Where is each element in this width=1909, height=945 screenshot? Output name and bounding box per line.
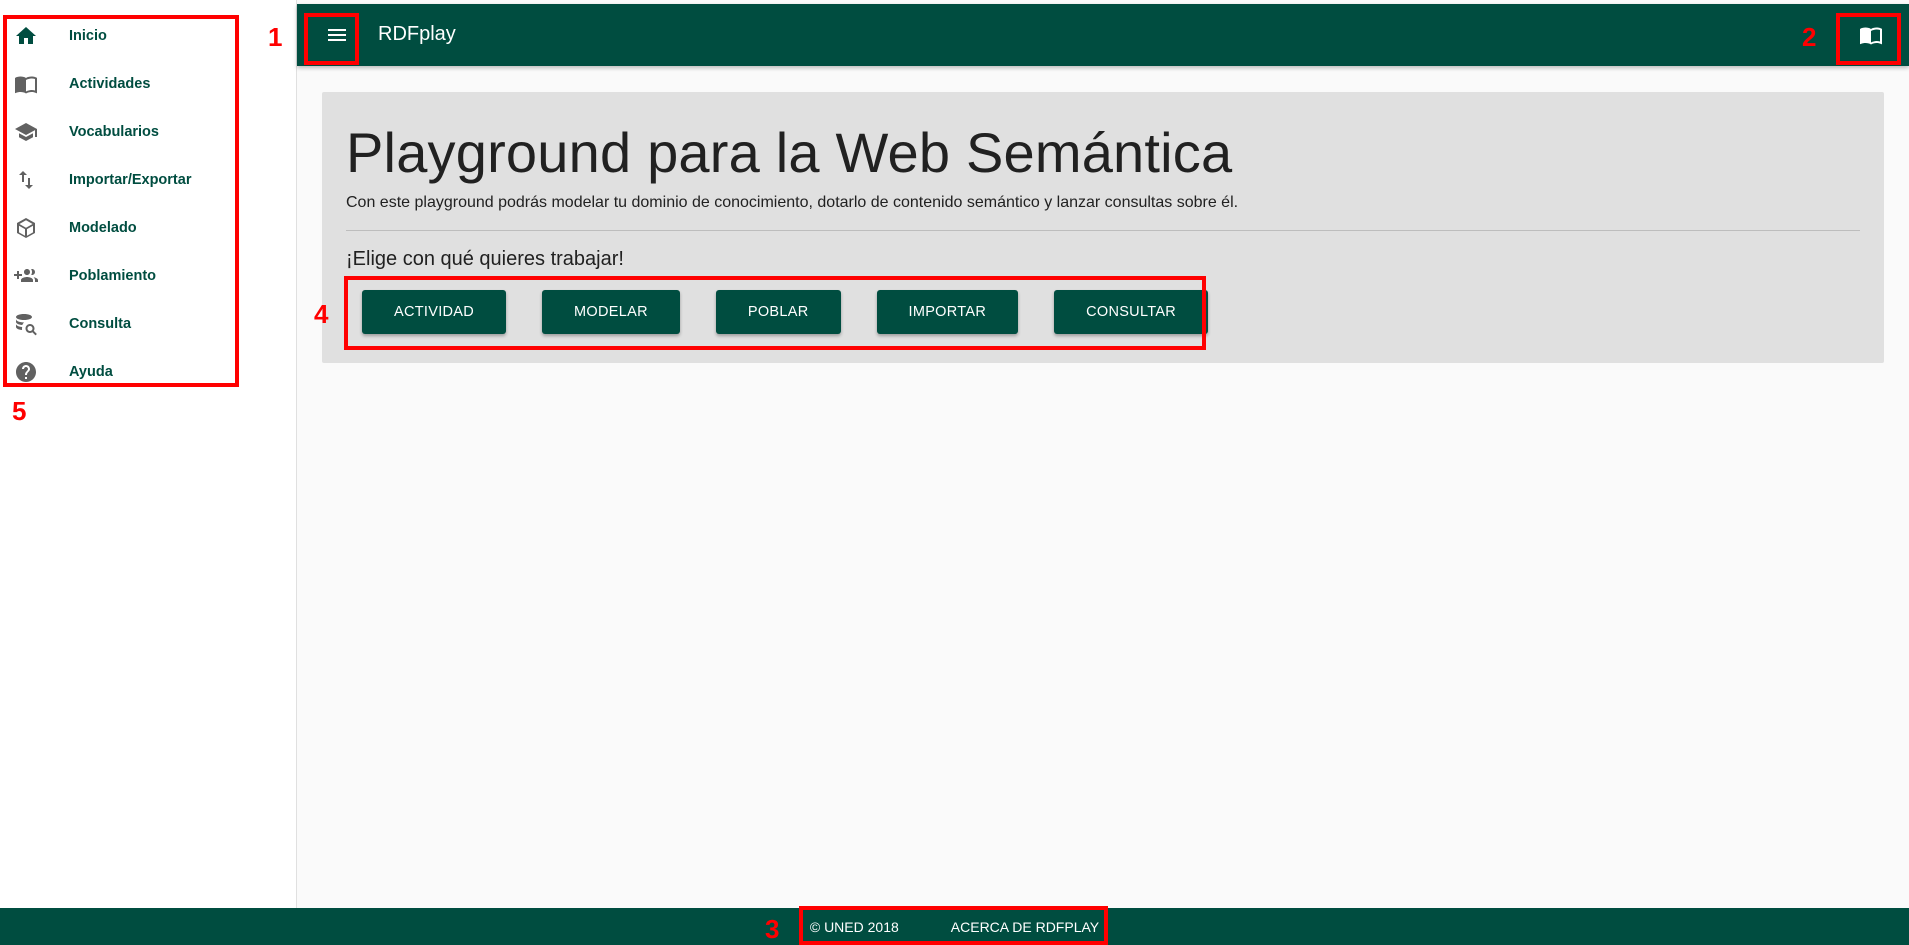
copyright-text: © UNED 2018 (809, 918, 899, 935)
home-icon (13, 23, 39, 49)
choose-prompt: ¡Elige con qué quieres trabajar! (346, 248, 624, 270)
annotation-label-5: 5 (12, 396, 27, 426)
documentation-button[interactable] (1851, 15, 1891, 55)
menu-button[interactable] (317, 15, 357, 55)
sidebar-item-vocabularios[interactable]: Vocabularios (0, 108, 296, 156)
sidebar-item-label: Consulta (69, 316, 132, 332)
help-icon (13, 359, 39, 385)
import-export-icon (13, 167, 39, 193)
sidebar-item-poblamiento[interactable]: Poblamiento (0, 252, 296, 300)
importar-button[interactable]: IMPORTAR (876, 290, 1019, 334)
modelar-button[interactable]: MODELAR (542, 290, 680, 334)
school-icon (13, 119, 39, 145)
menu-icon (328, 29, 346, 41)
poblar-button[interactable]: POBLAR (715, 290, 841, 334)
group-add-icon (13, 263, 39, 289)
sidebar-item-inicio[interactable]: Inicio (0, 12, 296, 60)
welcome-panel: Playground para la Web Semántica Con est… (322, 92, 1884, 363)
actividad-button[interactable]: ACTIVIDAD (362, 290, 507, 334)
sidebar-item-ayuda[interactable]: Ayuda (0, 348, 296, 396)
consultar-button[interactable]: CONSULTAR (1054, 290, 1209, 334)
top-app-bar: RDFplay (297, 4, 1909, 66)
cube-icon (13, 215, 39, 241)
sidebar-drawer: Inicio Actividades Vocabularios Importar… (0, 0, 297, 908)
database-search-icon (13, 311, 39, 337)
sidebar-item-actividades[interactable]: Actividades (0, 60, 296, 108)
sidebar-item-label: Inicio (69, 28, 107, 44)
sidebar-item-modelado[interactable]: Modelado (0, 204, 296, 252)
sidebar-item-importar-exportar[interactable]: Importar/Exportar (0, 156, 296, 204)
page-title: Playground para la Web Semántica (346, 121, 1233, 184)
app-title: RDFplay (378, 23, 456, 45)
sidebar-item-label: Ayuda (69, 364, 113, 380)
footer: © UNED 2018 ACERCA DE RDFPLAY (0, 908, 1909, 945)
book-open-icon (1860, 27, 1882, 45)
about-link[interactable]: ACERCA DE RDFPLAY (951, 919, 1099, 935)
sidebar-item-label: Actividades (69, 76, 151, 92)
sidebar-item-label: Importar/Exportar (69, 172, 192, 188)
sidebar-item-label: Poblamiento (69, 268, 157, 284)
action-buttons: ACTIVIDAD MODELAR POBLAR IMPORTAR CONSUL… (362, 290, 1244, 334)
sidebar-item-label: Modelado (69, 220, 137, 236)
annotation-label-4: 4 (314, 299, 329, 329)
annotation-label-2: 2 (1802, 22, 1817, 52)
annotation-label-3: 3 (765, 914, 780, 944)
sidebar-item-consulta[interactable]: Consulta (0, 300, 296, 348)
annotation-label-1: 1 (268, 22, 283, 52)
book-open-icon (13, 71, 39, 97)
sidebar-nav: Inicio Actividades Vocabularios Importar… (0, 12, 296, 396)
divider (346, 230, 1860, 231)
sidebar-item-label: Vocabularios (69, 124, 159, 140)
page-subtitle: Con este playground podrás modelar tu do… (346, 194, 1239, 211)
